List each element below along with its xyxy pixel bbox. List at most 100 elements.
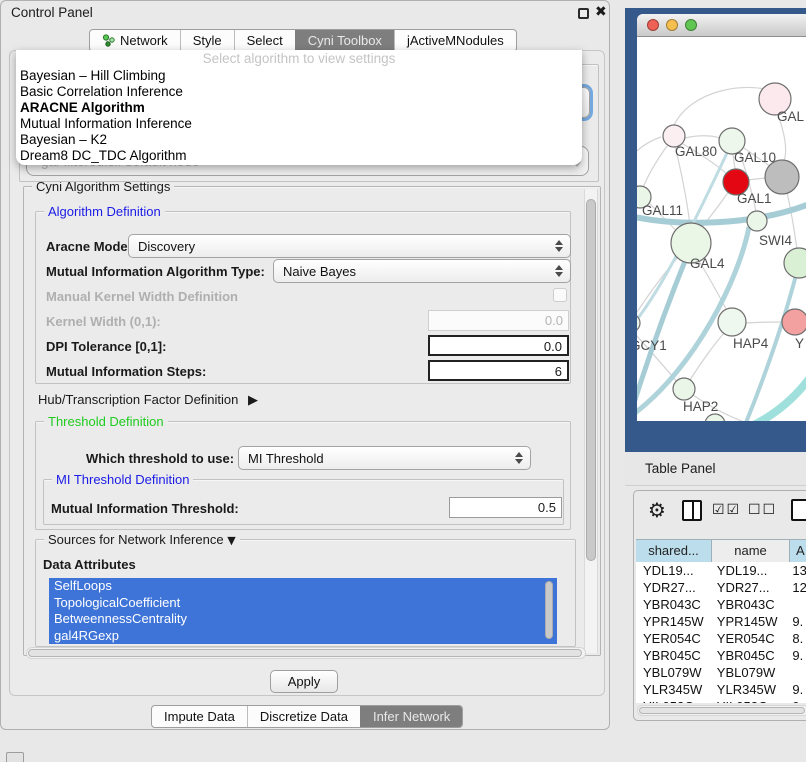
algorithm-option[interactable]: Mutual Information Inference [16,116,582,132]
network-edge [674,87,771,125]
split-columns-icon[interactable] [682,500,702,521]
gear-icon[interactable]: ⚙ [648,498,666,522]
column-header-a[interactable]: A [790,539,806,564]
table-row[interactable]: YBR045CYBR045C9. [636,647,806,664]
algorithm-option[interactable]: ARACNE Algorithm [16,100,582,116]
table-cell: 9. [785,681,806,698]
algorithm-option[interactable]: Bayesian – Hill Climbing [16,68,582,84]
combo-stepper-icon [555,265,563,277]
table-cell: YIL052C [710,698,786,703]
settings-horizontal-scrollbar[interactable] [26,647,586,659]
tab-infer-network[interactable]: Infer Network [360,706,462,727]
table-row[interactable]: YIL052CYIL052C9. [636,698,806,703]
network-node[interactable] [784,248,806,278]
table-row[interactable]: YDL19...YDL19...13 [636,562,806,579]
which-threshold-value: MI Threshold [248,451,324,466]
data-attribute-item[interactable]: gal4RGexp [49,628,557,645]
tab-cyni-toolbox[interactable]: Cyni Toolbox [295,30,394,51]
network-canvas[interactable]: GALGAL80GAL10GAL1GAL11SWI4GAL4GCY1HAP4YH… [637,37,806,421]
tab-style[interactable]: Style [180,30,234,51]
dock-restore-icon[interactable] [6,752,24,762]
column-header-shared-[interactable]: shared... [636,539,712,564]
which-threshold-combo[interactable]: MI Threshold [238,446,531,470]
sources-group-title[interactable]: Sources for Network Inference ▼ [44,532,240,547]
apply-button[interactable]: Apply [270,670,338,693]
tab-jactivemnodules[interactable]: jActiveMNodules [394,30,516,51]
network-window: GALGAL80GAL10GAL1GAL11SWI4GAL4GCY1HAP4YH… [637,14,806,421]
mi-threshold-field[interactable]: 0.5 [449,497,562,518]
mi-steps-field[interactable]: 6 [428,360,569,381]
algorithm-option[interactable]: Bayesian – K2 [16,132,582,148]
minimize-traffic-light-icon[interactable] [666,19,678,31]
table-cell: YDR27... [710,579,786,596]
kernel-width-label: Kernel Width (0,1): [46,314,161,329]
network-node[interactable] [782,309,806,335]
dpi-tolerance-field[interactable]: 0.0 [428,335,569,356]
tab-discretize-data[interactable]: Discretize Data [247,706,360,727]
algorithm-option[interactable]: Dream8 DC_TDC Algorithm [16,148,582,164]
data-attribute-item[interactable]: BetweennessCentrality [49,611,557,628]
data-attribute-item[interactable]: TopologicalCoefficient [49,595,557,612]
node-label: GAL4 [690,256,725,271]
scrollbar-thumb[interactable] [586,199,596,561]
hub-section-toggle[interactable]: Hub/Transcription Factor Definition ▶ [38,392,258,408]
which-threshold-label: Which threshold to use: [86,451,234,466]
network-edge [690,332,725,380]
zoom-traffic-light-icon[interactable] [685,19,697,31]
table-cell: 13 [785,562,806,579]
select-all-icon[interactable]: ☑☑ [712,502,741,518]
tab-network[interactable]: Network [90,30,180,51]
aracne-mode-value: Discovery [138,239,195,254]
table-row[interactable]: YLR345WYLR345W9. [636,681,806,698]
data-attributes-list[interactable]: SelfLoopsTopologicalCoefficientBetweenne… [49,578,557,644]
column-header-name[interactable]: name [712,539,790,564]
dropdown-hint: Select algorithm to view settings [16,50,582,68]
threshold-definition-title: Threshold Definition [44,414,168,429]
mi-type-combo[interactable]: Naive Bayes [273,259,571,283]
hub-section-label: Hub/Transcription Factor Definition [38,392,238,407]
network-edge [685,136,721,139]
close-traffic-light-icon[interactable] [647,19,659,31]
algorithm-option[interactable]: Basic Correlation Inference [16,84,582,100]
network-edge [748,178,767,180]
tab-label: jActiveMNodules [407,33,504,48]
control-panel-tabs: NetworkStyleSelect Cyni Toolbox jActiveMNo… [89,29,517,52]
table-row[interactable]: YER054CYER054C8. [636,630,806,647]
kernel-width-field[interactable]: 0.0 [428,310,569,331]
table-row[interactable]: YDR27...YDR27...12 [636,579,806,596]
aracne-mode-combo[interactable]: Discovery [128,234,571,258]
table-row[interactable]: YBL079WYBL079W [636,664,806,681]
table-row[interactable]: YPR145WYPR145W9. [636,613,806,630]
network-node[interactable] [765,160,799,194]
tab-impute-data[interactable]: Impute Data [152,706,247,727]
table-horizontal-scrollbar[interactable] [637,705,806,716]
table-cell: YLR345W [636,681,710,698]
table-cell: 8. [785,630,806,647]
table-cell: YPR145W [710,613,786,630]
close-icon[interactable]: ✖ [595,4,607,20]
network-node[interactable] [718,308,746,336]
tab-label: Cyni Toolbox [308,33,382,48]
network-node[interactable] [747,211,767,231]
table-cell: YIL052C [636,698,710,703]
table-cell: YER054C [636,630,710,647]
deselect-all-icon[interactable]: ☐☐ [748,502,777,518]
table-window: ⚙ ☑☑ ☐☐ shared...nameA YDL19...YDL19...1… [633,490,806,721]
settings-vertical-scrollbar[interactable] [584,189,598,653]
float-icon[interactable] [578,8,589,19]
data-attribute-item[interactable]: SelfLoops [49,578,557,595]
application-root: Control Panel ✖ NetworkStyleSelectCyni T… [0,0,806,762]
table-cell: 9. [785,698,806,703]
table-header: shared...nameA [636,539,806,564]
table-cell: YBL079W [636,664,710,681]
scrollbar-thumb[interactable] [639,707,805,714]
manual-kernel-checkbox[interactable] [553,288,567,302]
export-table-icon[interactable] [791,499,806,521]
attributes-scrollbar-thumb[interactable] [545,581,553,639]
tab-select[interactable]: Select [234,30,295,51]
network-node[interactable] [705,414,725,421]
table-row[interactable]: YBR043CYBR043C [636,596,806,613]
network-node[interactable] [673,378,695,400]
scrollbar-thumb[interactable] [28,649,582,657]
network-window-titlebar[interactable] [637,14,806,37]
